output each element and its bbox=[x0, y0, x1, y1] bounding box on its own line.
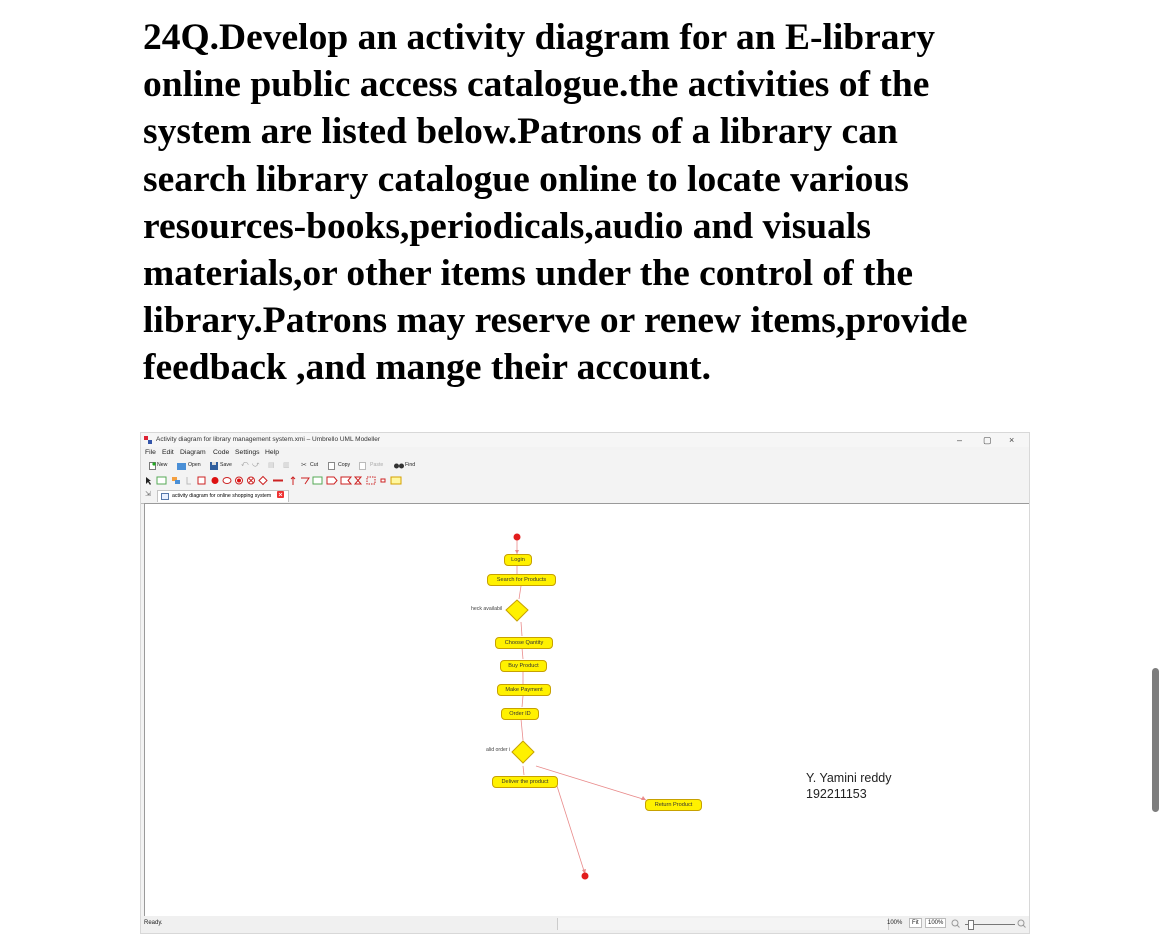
menu-settings[interactable]: Settings bbox=[235, 449, 260, 456]
node-deliver-product[interactable]: Deliver the product bbox=[492, 776, 558, 788]
zoom-out-icon[interactable] bbox=[951, 919, 960, 928]
transition-tool-icon[interactable] bbox=[290, 476, 296, 485]
app-icon bbox=[144, 436, 152, 444]
find-icon bbox=[394, 463, 404, 469]
open-button[interactable]: Open bbox=[188, 462, 201, 468]
object-flow-icon[interactable] bbox=[301, 477, 310, 485]
diagram-canvas[interactable]: Login Search for Products heck availabil… bbox=[144, 503, 1029, 917]
node-make-payment[interactable]: Make Payment bbox=[497, 684, 551, 696]
page-scrollbar[interactable] bbox=[1152, 668, 1159, 812]
node-choose-quantity[interactable]: Choose Qantity bbox=[495, 637, 553, 649]
send-signal-icon[interactable] bbox=[326, 476, 338, 485]
accept-time-icon[interactable] bbox=[353, 476, 363, 485]
region-icon[interactable] bbox=[366, 476, 376, 485]
fit-button[interactable]: Fit bbox=[909, 918, 922, 928]
close-button[interactable]: × bbox=[1009, 434, 1014, 446]
close-tab-icon[interactable] bbox=[276, 491, 284, 498]
status-text: Ready. bbox=[144, 920, 163, 926]
question-text: 24Q.Develop an activity diagram for an E… bbox=[143, 17, 968, 389]
copy-button[interactable]: Copy bbox=[338, 462, 350, 468]
author-name: Y. Yamini reddy bbox=[806, 771, 892, 785]
node-buy-product[interactable]: Buy Product bbox=[500, 660, 547, 672]
copy-icon bbox=[328, 462, 335, 470]
menu-file[interactable]: File bbox=[145, 449, 156, 456]
paste-button[interactable]: Paste bbox=[370, 462, 383, 468]
select-tool-icon[interactable] bbox=[146, 477, 151, 485]
precondition-icon[interactable] bbox=[390, 476, 402, 485]
decision-check-availability[interactable] bbox=[505, 599, 529, 622]
window-title: Activity diagram for library management … bbox=[156, 436, 381, 443]
paste-icon bbox=[359, 462, 366, 470]
menu-edit[interactable]: Edit bbox=[162, 449, 174, 456]
pin-icon[interactable] bbox=[380, 478, 386, 483]
flow-lines bbox=[505, 533, 647, 880]
zoom-input[interactable]: 100% bbox=[925, 918, 947, 928]
new-button[interactable]: New bbox=[157, 462, 167, 468]
zoom-level: 100% bbox=[887, 920, 903, 926]
title-bar: Activity diagram for library management … bbox=[141, 433, 1029, 447]
undo-icon[interactable]: ⤺ bbox=[241, 461, 248, 469]
node-login[interactable]: Login bbox=[504, 554, 532, 566]
node-search-products[interactable]: Search for Products bbox=[487, 574, 556, 586]
minimize-button[interactable]: – bbox=[957, 434, 962, 446]
menu-diagram[interactable]: Diagram bbox=[180, 449, 206, 456]
menu-help[interactable]: Help bbox=[265, 449, 279, 456]
save-icon bbox=[210, 462, 218, 470]
main-toolbar: New Open Save ⤺ ⤻ ▤ ▥ ✂ Cut Copy Paste F… bbox=[141, 460, 1029, 473]
node-return-product[interactable]: Return Product bbox=[645, 799, 702, 811]
branch-tool-icon[interactable] bbox=[258, 475, 268, 486]
new-icon bbox=[149, 462, 156, 470]
fork-tool-icon[interactable] bbox=[273, 479, 283, 482]
accept-signal-icon[interactable] bbox=[340, 476, 353, 485]
node-order-id[interactable]: Order ID bbox=[501, 708, 539, 720]
tab-activity-diagram[interactable]: activity diagram for online shopping sys… bbox=[157, 490, 289, 502]
redo-icon[interactable]: ⤻ bbox=[252, 461, 259, 469]
note-tool-icon[interactable] bbox=[156, 476, 167, 485]
status-progress bbox=[557, 918, 889, 930]
cut-icon: ✂ bbox=[301, 462, 307, 469]
text-tool-icon[interactable] bbox=[186, 477, 191, 485]
umbrello-screenshot: Activity diagram for library management … bbox=[140, 432, 1030, 934]
cut-button[interactable]: Cut bbox=[310, 462, 318, 468]
print-icon[interactable]: ▤ bbox=[268, 461, 275, 469]
decision-label-valid: alid order i bbox=[486, 747, 511, 753]
save-button[interactable]: Save bbox=[220, 462, 232, 468]
decision-label-check: heck availabil bbox=[471, 606, 503, 612]
open-icon bbox=[177, 463, 186, 470]
activity-tool-icon[interactable] bbox=[222, 477, 232, 484]
initial-state-icon[interactable] bbox=[211, 477, 219, 484]
tab-bar: ⇲ activity diagram for online shopping s… bbox=[141, 488, 1029, 504]
diagram-icon bbox=[161, 493, 169, 500]
final-node[interactable] bbox=[581, 872, 589, 880]
box-tool-icon[interactable] bbox=[197, 476, 206, 485]
author-signature: Y. Yamini reddy 192211153 bbox=[806, 770, 891, 802]
initial-node[interactable] bbox=[513, 533, 521, 541]
new-tab-icon[interactable]: ⇲ bbox=[145, 490, 151, 498]
find-button[interactable]: Find bbox=[405, 462, 415, 468]
print-preview-icon[interactable]: ▥ bbox=[283, 461, 290, 469]
author-id: 192211153 bbox=[806, 787, 867, 801]
zoom-slider-handle[interactable] bbox=[968, 920, 974, 930]
diagram-toolbar bbox=[141, 474, 1029, 487]
status-bar: Ready. 100% Fit 100% bbox=[141, 916, 1029, 933]
decision-valid-order[interactable] bbox=[511, 740, 535, 764]
tab-label: activity diagram for online shopping sys… bbox=[172, 493, 272, 499]
menu-code[interactable]: Code bbox=[213, 449, 229, 456]
object-node-icon[interactable] bbox=[312, 476, 323, 485]
zoom-in-icon[interactable] bbox=[1017, 919, 1026, 928]
maximize-button[interactable]: ▢ bbox=[983, 434, 992, 446]
